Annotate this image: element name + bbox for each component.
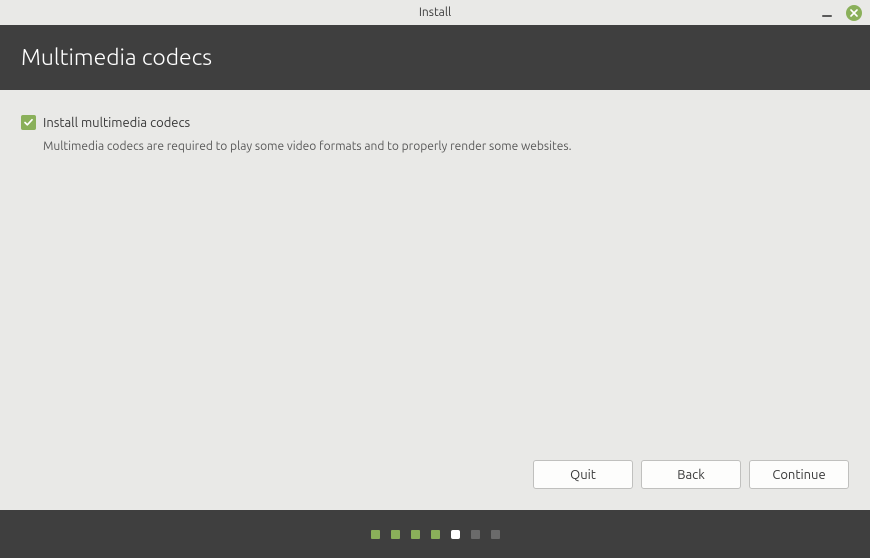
progress-dot-done <box>431 530 440 539</box>
button-row: Quit Back Continue <box>0 460 870 510</box>
quit-button[interactable]: Quit <box>533 460 633 489</box>
content-area: Install multimedia codecs Multimedia cod… <box>0 90 870 460</box>
codecs-description: Multimedia codecs are required to play s… <box>43 140 849 153</box>
progress-footer <box>0 510 870 558</box>
codecs-checkbox[interactable] <box>21 115 36 130</box>
progress-dot-done <box>371 530 380 539</box>
page-header: Multimedia codecs <box>0 25 870 90</box>
progress-dot-done <box>411 530 420 539</box>
close-icon[interactable] <box>846 5 862 21</box>
back-button[interactable]: Back <box>641 460 741 489</box>
page-title: Multimedia codecs <box>21 45 212 70</box>
window-controls <box>822 0 862 25</box>
progress-dot-done <box>391 530 400 539</box>
progress-dot-pending <box>471 530 480 539</box>
progress-dot-pending <box>491 530 500 539</box>
titlebar: Install <box>0 0 870 25</box>
progress-dot-current <box>451 530 460 539</box>
minimize-icon[interactable] <box>822 15 832 17</box>
continue-button[interactable]: Continue <box>749 460 849 489</box>
codecs-checkbox-label: Install multimedia codecs <box>43 116 190 130</box>
window-title: Install <box>419 6 451 19</box>
codecs-checkbox-row[interactable]: Install multimedia codecs <box>21 115 849 130</box>
